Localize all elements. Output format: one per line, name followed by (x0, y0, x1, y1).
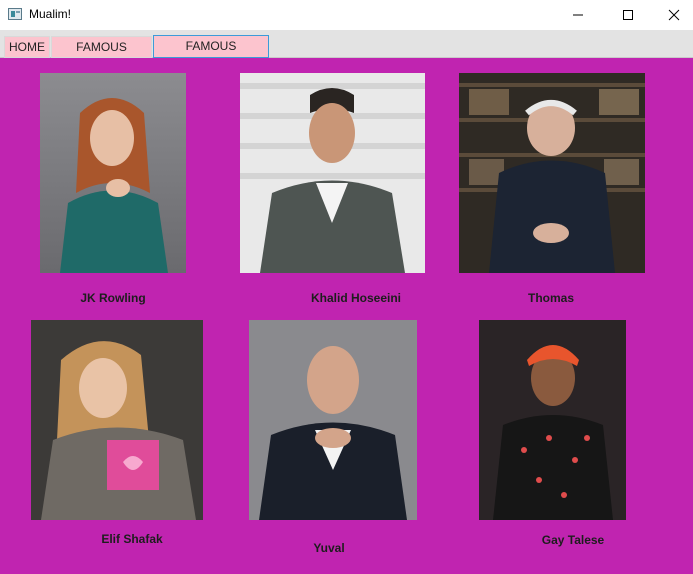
author-name-yuval: Yuval (313, 541, 345, 555)
author-name-jk-rowling: JK Rowling (80, 291, 146, 305)
author-name-khalid-hoseeini: Khalid Hoseeini (310, 291, 402, 305)
author-photo-thomas (459, 73, 645, 273)
portrait-image (249, 320, 417, 520)
author-photo-jk-rowling (40, 73, 186, 273)
tab-famous-books[interactable]: FAMOUS BOOKS (51, 36, 152, 74)
minimize-icon (573, 14, 583, 16)
portrait-image (40, 73, 186, 273)
maximize-button[interactable] (605, 0, 651, 30)
close-icon (668, 9, 680, 21)
minimize-button[interactable] (555, 0, 601, 30)
authors-panel: JK Rowling Khalid Hoseeini Thomas Elif S… (0, 58, 693, 574)
tab-famous-authors[interactable]: FAMOUS AUTHORS (153, 35, 269, 73)
portrait-image (479, 320, 626, 520)
window-title: Mualim! (29, 7, 72, 21)
title-bar: Mualim! (0, 0, 693, 30)
maximize-icon (623, 10, 633, 20)
author-photo-elif-shafak (31, 320, 203, 520)
app-icon (8, 8, 22, 20)
author-photo-gay-talese (479, 320, 626, 520)
portrait-image (31, 320, 203, 520)
author-name-gay-talese: Gay Talese (541, 533, 605, 547)
portrait-image (459, 73, 645, 273)
tab-bar: HOME FAMOUS BOOKS FAMOUS AUTHORS (0, 30, 693, 74)
tab-home[interactable]: HOME (4, 36, 50, 58)
author-photo-khalid-hoseeini (240, 73, 425, 273)
close-button[interactable] (651, 0, 693, 30)
portrait-image (240, 73, 425, 273)
author-name-elif-shafak: Elif Shafak (101, 532, 163, 546)
author-photo-yuval (249, 320, 417, 520)
author-name-thomas: Thomas (527, 291, 574, 305)
